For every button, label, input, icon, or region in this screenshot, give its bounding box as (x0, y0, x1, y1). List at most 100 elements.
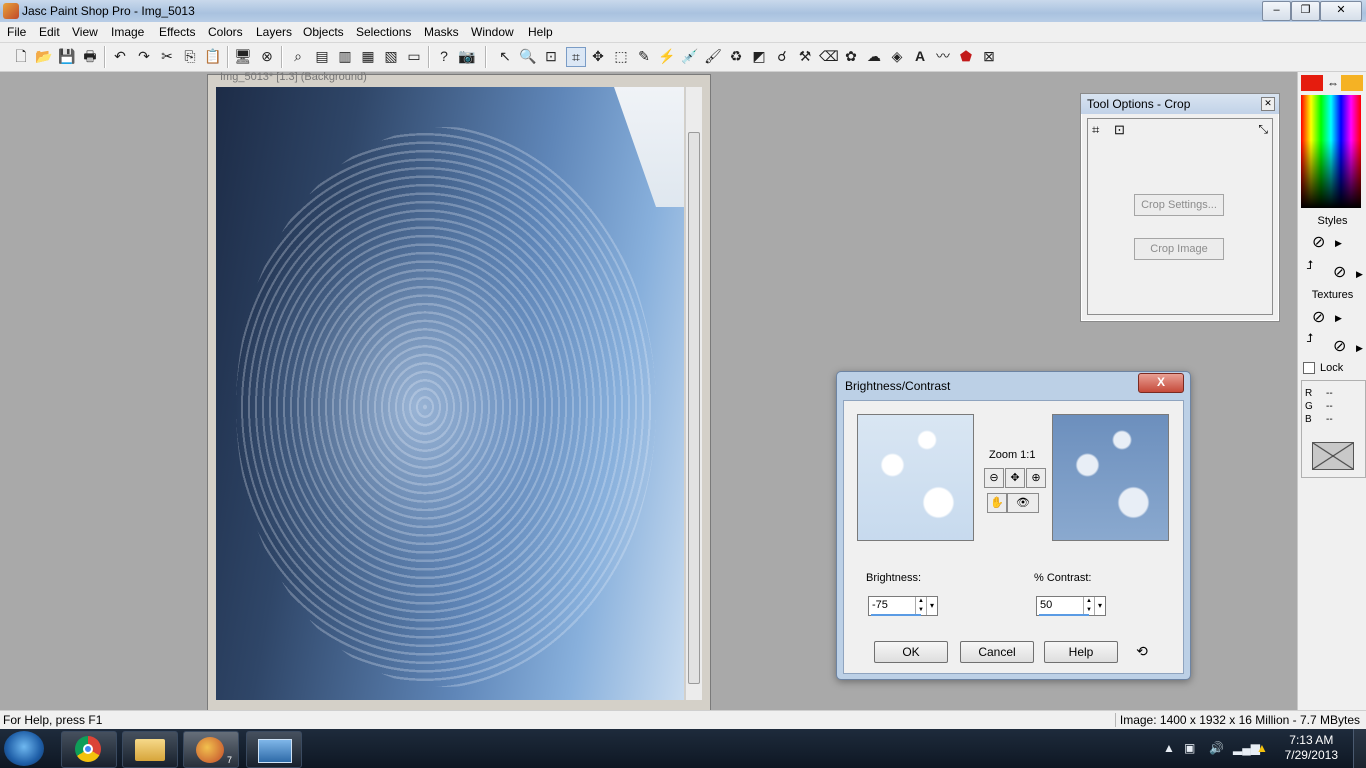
overview-icon[interactable]: ⌕ (289, 47, 307, 65)
background-texture-null-icon[interactable]: ⊘ (1333, 336, 1346, 356)
photo-viewer-taskbar-button[interactable] (246, 731, 302, 768)
mover-tool-icon[interactable]: ✥ (589, 47, 607, 65)
menu-help[interactable]: Help (528, 25, 553, 39)
open-icon[interactable]: 📂 (35, 47, 53, 65)
tool-palette-icon[interactable]: ▤ (313, 47, 331, 65)
image-canvas[interactable] (216, 87, 684, 700)
crop-options-icon[interactable]: ⊡ (1114, 122, 1125, 138)
swap-styles-icon[interactable]: ⮥ (1306, 258, 1313, 273)
undo-icon[interactable]: ↶ (111, 47, 129, 65)
ok-button[interactable]: OK (874, 641, 948, 663)
style-dropdown-arrow-icon[interactable]: ▶ (1335, 238, 1342, 249)
crop-settings-button[interactable]: Crop Settings... (1134, 194, 1224, 216)
redo-icon[interactable]: ↷ (135, 47, 153, 65)
menu-selections[interactable]: Selections (356, 25, 411, 39)
paintbrush-icon[interactable]: 🖌 (704, 47, 722, 65)
usb-device-icon[interactable]: ▣ (1184, 741, 1195, 755)
menu-view[interactable]: View (72, 25, 98, 39)
brightness-dropdown-icon[interactable]: ▾ (926, 597, 937, 615)
menu-file[interactable]: File (7, 25, 26, 39)
start-button[interactable] (4, 731, 44, 766)
context-help-icon[interactable]: ? (435, 47, 453, 65)
camera-icon[interactable]: 📷 (458, 47, 476, 65)
new-icon[interactable]: 🗋 (12, 47, 30, 65)
arrow-tool-icon[interactable]: ↖ (496, 47, 514, 65)
background-color-swatch[interactable] (1341, 75, 1363, 91)
swap-textures-icon[interactable]: ⮥ (1306, 331, 1313, 346)
reset-defaults-icon[interactable]: ⟲ (1132, 641, 1152, 661)
contrast-dropdown-icon[interactable]: ▾ (1094, 597, 1105, 615)
show-desktop-button[interactable] (1353, 729, 1366, 768)
bg-style-dropdown-arrow-icon[interactable]: ▶ (1356, 269, 1363, 280)
picture-tube-icon[interactable]: ✿ (842, 47, 860, 65)
dropper-icon[interactable]: 💉 (681, 47, 699, 65)
monitor-icon[interactable]: 🖥 (234, 47, 252, 65)
lock-checkbox[interactable] (1303, 362, 1315, 374)
brightness-spinner-icon[interactable]: ▲ ▼ (915, 597, 926, 615)
proof-hand-icon[interactable]: ✋ (987, 493, 1007, 513)
cancel-circle-icon[interactable]: ⊗ (258, 47, 276, 65)
menu-colors[interactable]: Colors (208, 25, 243, 39)
dialog-close-button[interactable]: X (1138, 373, 1184, 393)
airbrush-icon[interactable]: ☁ (865, 47, 883, 65)
text-tool-icon[interactable]: A (911, 47, 929, 65)
menu-window[interactable]: Window (471, 25, 514, 39)
menu-edit[interactable]: Edit (39, 25, 60, 39)
close-button[interactable]: ✕ (1320, 1, 1362, 21)
cut-icon[interactable]: ✂ (158, 47, 176, 65)
crop-icon[interactable]: ⌗ (1092, 122, 1099, 138)
zoom-in-icon[interactable]: ⊕ (1026, 468, 1046, 488)
restore-button[interactable]: ❐ (1291, 1, 1320, 21)
layer-palette-icon[interactable]: ▧ (382, 47, 400, 65)
expand-options-icon[interactable]: ⤡ (1258, 122, 1268, 137)
menu-image[interactable]: Image (111, 25, 144, 39)
retouch-icon[interactable]: ☌ (773, 47, 791, 65)
texture-dropdown-arrow-icon[interactable]: ▶ (1335, 313, 1342, 324)
vertical-scrollbar[interactable] (685, 87, 702, 700)
color-palette-icon[interactable]: ▥ (336, 47, 354, 65)
tool-options-close-button[interactable]: ✕ (1261, 97, 1275, 111)
foreground-style-null-icon[interactable]: ⊘ (1312, 232, 1325, 252)
color-spectrum[interactable] (1301, 95, 1361, 208)
deform-tool-icon[interactable]: ⊡ (542, 47, 560, 65)
menu-masks[interactable]: Masks (424, 25, 459, 39)
tool-options-icon[interactable]: ▭ (405, 47, 423, 65)
flood-fill-icon[interactable]: ◈ (888, 47, 906, 65)
cancel-button[interactable]: Cancel (960, 641, 1034, 663)
paste-icon[interactable]: 📋 (204, 47, 222, 65)
preset-shapes-icon[interactable]: ⬟ (957, 47, 975, 65)
paintshop-taskbar-button[interactable]: 7 (183, 731, 239, 768)
pan-icon[interactable]: ✥ (1005, 468, 1025, 488)
object-selector-icon[interactable]: ⊠ (980, 47, 998, 65)
bg-texture-dropdown-arrow-icon[interactable]: ▶ (1356, 343, 1363, 354)
contrast-input[interactable]: 50 ▲ ▼ ▾ (1036, 596, 1106, 616)
color-replacer-icon[interactable]: ◩ (750, 47, 768, 65)
draw-tool-icon[interactable]: 〰 (934, 47, 952, 65)
volume-icon[interactable]: 🔊 (1209, 741, 1224, 755)
zoom-out-icon[interactable]: ⊖ (984, 468, 1004, 488)
scratch-remover-icon[interactable]: ⚒ (796, 47, 814, 65)
selection-tool-icon[interactable]: ⬚ (612, 47, 630, 65)
image-window[interactable]: Img_5013* [1:3] (Background) (207, 71, 711, 723)
explorer-taskbar-button[interactable] (122, 731, 178, 768)
eraser-icon[interactable]: ⌫ (819, 47, 839, 65)
chrome-taskbar-button[interactable] (61, 731, 117, 768)
show-hidden-icons[interactable]: ▲ (1163, 741, 1175, 755)
menu-layers[interactable]: Layers (256, 25, 292, 39)
menu-effects[interactable]: Effects (159, 25, 195, 39)
histogram-icon[interactable]: ▦ (359, 47, 377, 65)
magic-wand-icon[interactable]: ⚡ (658, 47, 676, 65)
print-icon[interactable]: 🖶 (81, 47, 99, 65)
system-clock[interactable]: 7:13 AM 7/29/2013 (1285, 733, 1338, 763)
minimize-button[interactable]: – (1262, 1, 1291, 21)
foreground-texture-null-icon[interactable]: ⊘ (1312, 307, 1325, 327)
swap-colors-icon[interactable]: ⇔ (1327, 76, 1339, 90)
crop-tool-icon[interactable]: ⌗ (566, 47, 586, 67)
crop-image-button[interactable]: Crop Image (1134, 238, 1224, 260)
google-drive-icon[interactable]: ▲ (1256, 741, 1268, 755)
after-preview[interactable] (1052, 414, 1169, 541)
copy-icon[interactable]: ⎘ (181, 47, 199, 65)
contrast-spinner-icon[interactable]: ▲ ▼ (1083, 597, 1094, 615)
help-button[interactable]: Help (1044, 641, 1118, 663)
background-style-null-icon[interactable]: ⊘ (1333, 262, 1346, 282)
